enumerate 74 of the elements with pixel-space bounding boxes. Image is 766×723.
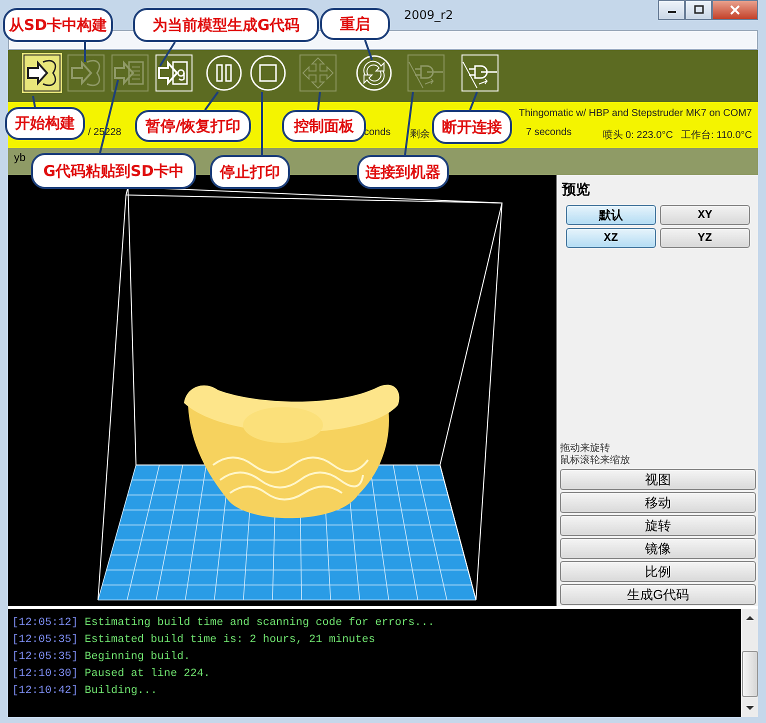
- status-text: 7 seconds: [526, 127, 572, 138]
- close-icon: [729, 5, 741, 15]
- gcode-button[interactable]: [154, 53, 194, 93]
- log-time: [12:10:42]: [12, 685, 78, 697]
- panel-button[interactable]: 镜像: [560, 538, 756, 559]
- log-time: [12:05:35]: [12, 651, 78, 663]
- log-message: Estimated build time is: 2 hours, 21 minutes: [84, 634, 376, 646]
- plug-icon: [461, 54, 499, 92]
- callout-label: 重启: [320, 8, 390, 40]
- scroll-down-icon: [744, 705, 754, 711]
- panel-button[interactable]: 比例: [560, 561, 756, 582]
- callout-label: 断开连接: [432, 110, 512, 144]
- status-text: 剩余: [410, 128, 430, 141]
- callout-label: 停止打印: [210, 155, 290, 189]
- window-title: 2009_r2: [404, 8, 454, 22]
- leader-line: [84, 42, 86, 62]
- scroll-up-icon: [744, 615, 754, 621]
- callout-label: 开始构建: [5, 107, 85, 140]
- disconnect-button[interactable]: [460, 53, 500, 93]
- view-button[interactable]: XY: [660, 205, 750, 225]
- reset-button[interactable]: [354, 53, 394, 93]
- scroll-thumb[interactable]: [742, 651, 758, 697]
- leader-line: [364, 40, 373, 60]
- pause-icon: [205, 54, 243, 92]
- arrow-document-icon: [155, 54, 193, 92]
- arrow-blob-icon: [23, 54, 61, 92]
- log-message: Beginning build.: [84, 651, 190, 663]
- minimize-button[interactable]: [658, 0, 685, 20]
- callout-label: 为当前模型生成G代码: [133, 8, 319, 42]
- hint-text: 拖动来旋转: [560, 443, 610, 454]
- log-time: [12:05:12]: [12, 617, 78, 629]
- pause-button[interactable]: [204, 53, 244, 93]
- view-button[interactable]: XZ: [566, 228, 656, 248]
- view-button[interactable]: YZ: [660, 228, 750, 248]
- view-button[interactable]: 默认: [566, 205, 656, 225]
- leader-line: [261, 92, 263, 155]
- callout-label: G代码粘贴到SD卡中: [31, 153, 196, 189]
- machine-name: Thingomatic w/ HBP and Stepstruder MK7 on COM7: [518, 108, 752, 119]
- arrow-blob-icon: [67, 54, 105, 92]
- log-message: Estimating build time and scanning code for errors...: [84, 617, 434, 629]
- leader-line: [317, 92, 321, 110]
- four-way-arrow-icon: [299, 54, 337, 92]
- callout-label: 从SD卡中构建: [3, 8, 113, 42]
- nozzle-temperature: 喷头 0: 223.0°C: [602, 128, 673, 142]
- panel-button[interactable]: 生成G代码: [560, 584, 756, 605]
- leader-line: [32, 96, 36, 108]
- build-button[interactable]: [22, 53, 62, 93]
- stop-icon: [249, 54, 287, 92]
- status-text: conds: [364, 127, 391, 138]
- log-message: Building...: [84, 685, 158, 697]
- tab-label: yb: [14, 152, 26, 164]
- callout-label: 控制面板: [282, 110, 366, 142]
- maximize-button[interactable]: [685, 0, 712, 20]
- maximize-icon: [692, 5, 704, 15]
- arrow-document-icon: [111, 54, 149, 92]
- callout-label: 连接到机器: [357, 155, 449, 189]
- callout-label: 暂停/恢复打印: [135, 110, 251, 142]
- hint-text: 鼠标滚轮来缩放: [560, 455, 630, 467]
- close-button[interactable]: [712, 0, 758, 20]
- panel-button[interactable]: 旋转: [560, 515, 756, 536]
- panel-button[interactable]: 视图: [560, 469, 756, 490]
- log-time: [12:05:35]: [12, 634, 78, 646]
- leader-line: [469, 92, 478, 110]
- leader-line: [204, 91, 219, 111]
- panel-title: 预览: [562, 181, 590, 199]
- log-message: Paused at line 224.: [84, 668, 210, 680]
- scrollbar[interactable]: [741, 609, 758, 717]
- platform-temperature: 工作台: 110.0°C: [680, 128, 752, 142]
- plug-icon: [407, 54, 445, 92]
- refresh-icon: [355, 54, 393, 92]
- stop-button[interactable]: [248, 53, 288, 93]
- leader-line: [159, 41, 176, 67]
- log-time: [12:10:30]: [12, 668, 78, 680]
- panel-button[interactable]: 移动: [560, 492, 756, 513]
